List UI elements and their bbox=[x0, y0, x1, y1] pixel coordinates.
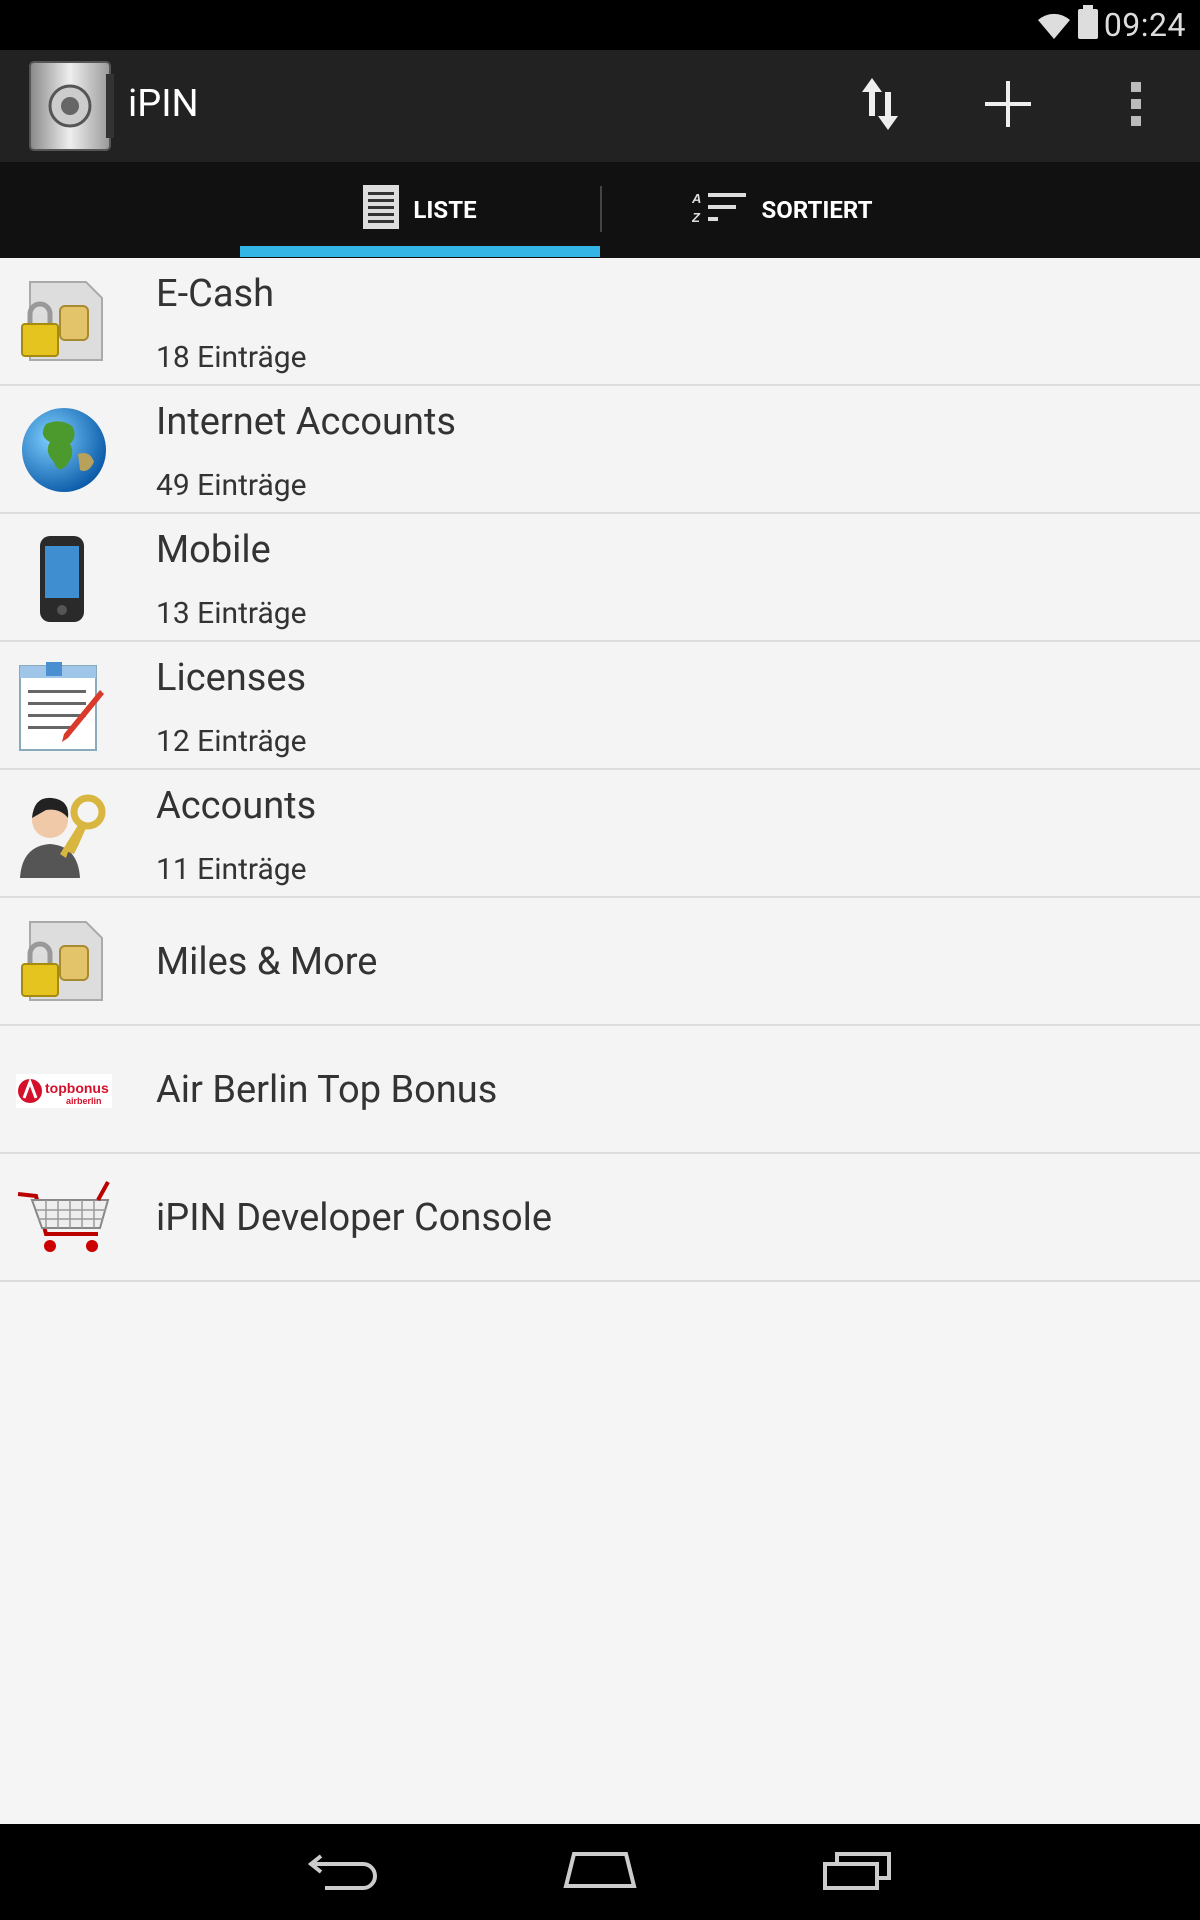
list-item-title: E-Cash bbox=[156, 272, 275, 316]
list-item-count: 49 Einträge bbox=[156, 468, 307, 503]
battery-icon bbox=[1078, 5, 1098, 39]
list-item-title: Internet Accounts bbox=[156, 400, 456, 444]
list-item-title: Accounts bbox=[156, 784, 317, 828]
tab-liste[interactable]: LISTE bbox=[240, 162, 600, 258]
tab-selected-indicator bbox=[240, 246, 600, 257]
sim-card-lock-icon bbox=[16, 916, 108, 1008]
recents-icon bbox=[821, 1850, 893, 1894]
list-item-accounts[interactable]: Accounts 11 Einträge bbox=[0, 770, 1200, 898]
sort-az-icon: A Z bbox=[691, 189, 748, 231]
svg-text:A: A bbox=[692, 191, 701, 206]
list-item-e-cash[interactable]: E-Cash 18 Einträge bbox=[0, 258, 1200, 386]
list-item-mobile[interactable]: Mobile 13 Einträge bbox=[0, 514, 1200, 642]
list-item-count: 11 Einträge bbox=[156, 852, 307, 887]
home-button[interactable] bbox=[545, 1840, 655, 1904]
safe-icon[interactable] bbox=[28, 60, 116, 152]
list-item-title: Mobile bbox=[156, 528, 271, 572]
clock: 09:24 bbox=[1103, 6, 1186, 44]
svg-text:Z: Z bbox=[692, 210, 701, 225]
back-icon bbox=[307, 1850, 379, 1894]
recents-button[interactable] bbox=[802, 1840, 912, 1904]
action-bar: iPIN bbox=[0, 50, 1200, 162]
sim-card-lock-icon bbox=[16, 276, 108, 368]
svg-text:topbonus: topbonus bbox=[45, 1080, 109, 1096]
sync-arrows-icon bbox=[860, 76, 900, 136]
list-item-internet-accounts[interactable]: Internet Accounts 49 Einträge bbox=[0, 386, 1200, 514]
category-list: E-Cash 18 Einträge Internet Accounts 49 … bbox=[0, 258, 1200, 1282]
document-pen-icon bbox=[16, 660, 108, 752]
list-item-count: 13 Einträge bbox=[156, 596, 307, 631]
back-button[interactable] bbox=[288, 1840, 398, 1904]
smartphone-icon bbox=[16, 532, 108, 624]
list-item-title: iPIN Developer Console bbox=[156, 1196, 553, 1240]
sync-button[interactable] bbox=[846, 72, 914, 140]
tab-divider bbox=[600, 186, 602, 232]
list-item-ipin-developer-console[interactable]: iPIN Developer Console bbox=[0, 1154, 1200, 1282]
tab-sortiert-label: SORTIERT bbox=[761, 196, 873, 224]
list-item-title: Licenses bbox=[156, 656, 307, 700]
shopping-cart-icon bbox=[16, 1172, 110, 1264]
tab-liste-label: LISTE bbox=[413, 196, 477, 224]
overflow-menu-button[interactable] bbox=[1102, 72, 1170, 140]
add-button[interactable] bbox=[974, 72, 1042, 140]
overflow-menu-icon bbox=[1129, 82, 1143, 130]
app-title: iPIN bbox=[128, 82, 199, 126]
tab-sortiert[interactable]: A Z SORTIERT bbox=[602, 162, 962, 258]
list-item-count: 18 Einträge bbox=[156, 340, 307, 375]
list-item-miles-and-more[interactable]: Miles & More bbox=[0, 898, 1200, 1026]
plus-icon bbox=[983, 79, 1033, 133]
svg-text:airberlin: airberlin bbox=[66, 1096, 102, 1106]
list-item-title: Miles & More bbox=[156, 940, 378, 984]
home-icon bbox=[562, 1850, 638, 1894]
list-item-title: Air Berlin Top Bonus bbox=[156, 1068, 498, 1112]
globe-icon bbox=[16, 404, 108, 496]
list-item-air-berlin-top-bonus[interactable]: topbonus airberlin Air Berlin Top Bonus bbox=[0, 1026, 1200, 1154]
navigation-bar bbox=[0, 1824, 1200, 1920]
list-item-licenses[interactable]: Licenses 12 Einträge bbox=[0, 642, 1200, 770]
status-bar: 09:24 bbox=[0, 0, 1200, 50]
list-icon bbox=[363, 185, 400, 235]
list-item-count: 12 Einträge bbox=[156, 724, 307, 759]
user-key-icon bbox=[16, 788, 108, 880]
wifi-icon bbox=[1036, 10, 1072, 44]
topbonus-logo-icon: topbonus airberlin bbox=[16, 1044, 112, 1136]
